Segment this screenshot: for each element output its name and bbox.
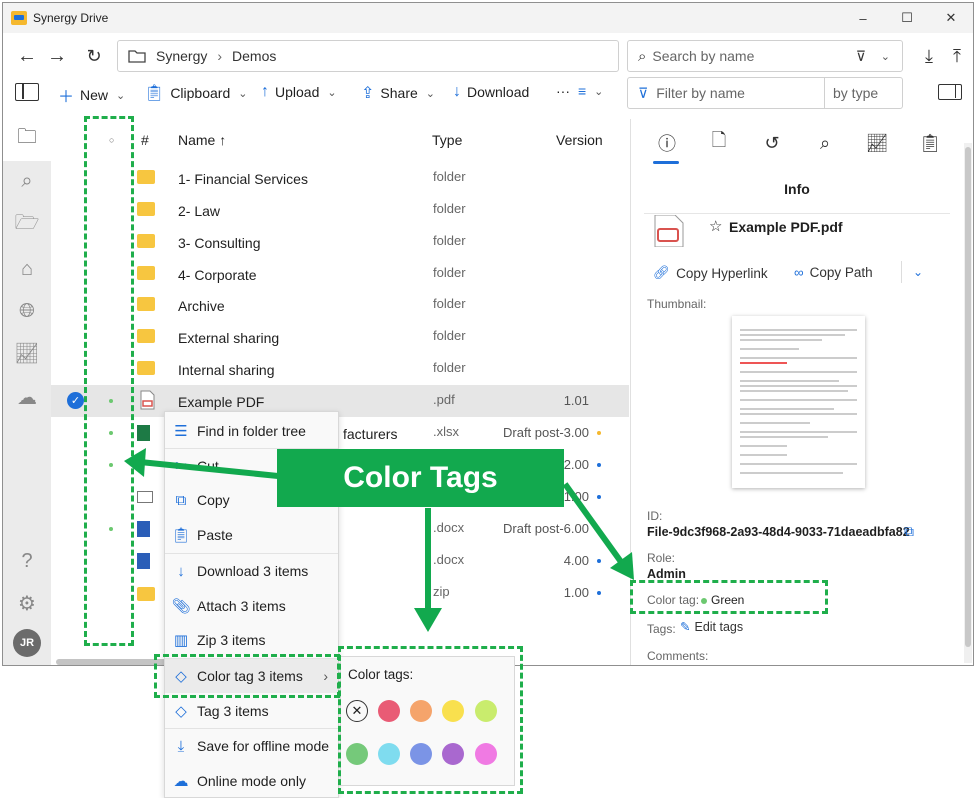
annotation-arrows <box>124 448 634 632</box>
color-tags-callout: Color Tags <box>277 449 564 507</box>
